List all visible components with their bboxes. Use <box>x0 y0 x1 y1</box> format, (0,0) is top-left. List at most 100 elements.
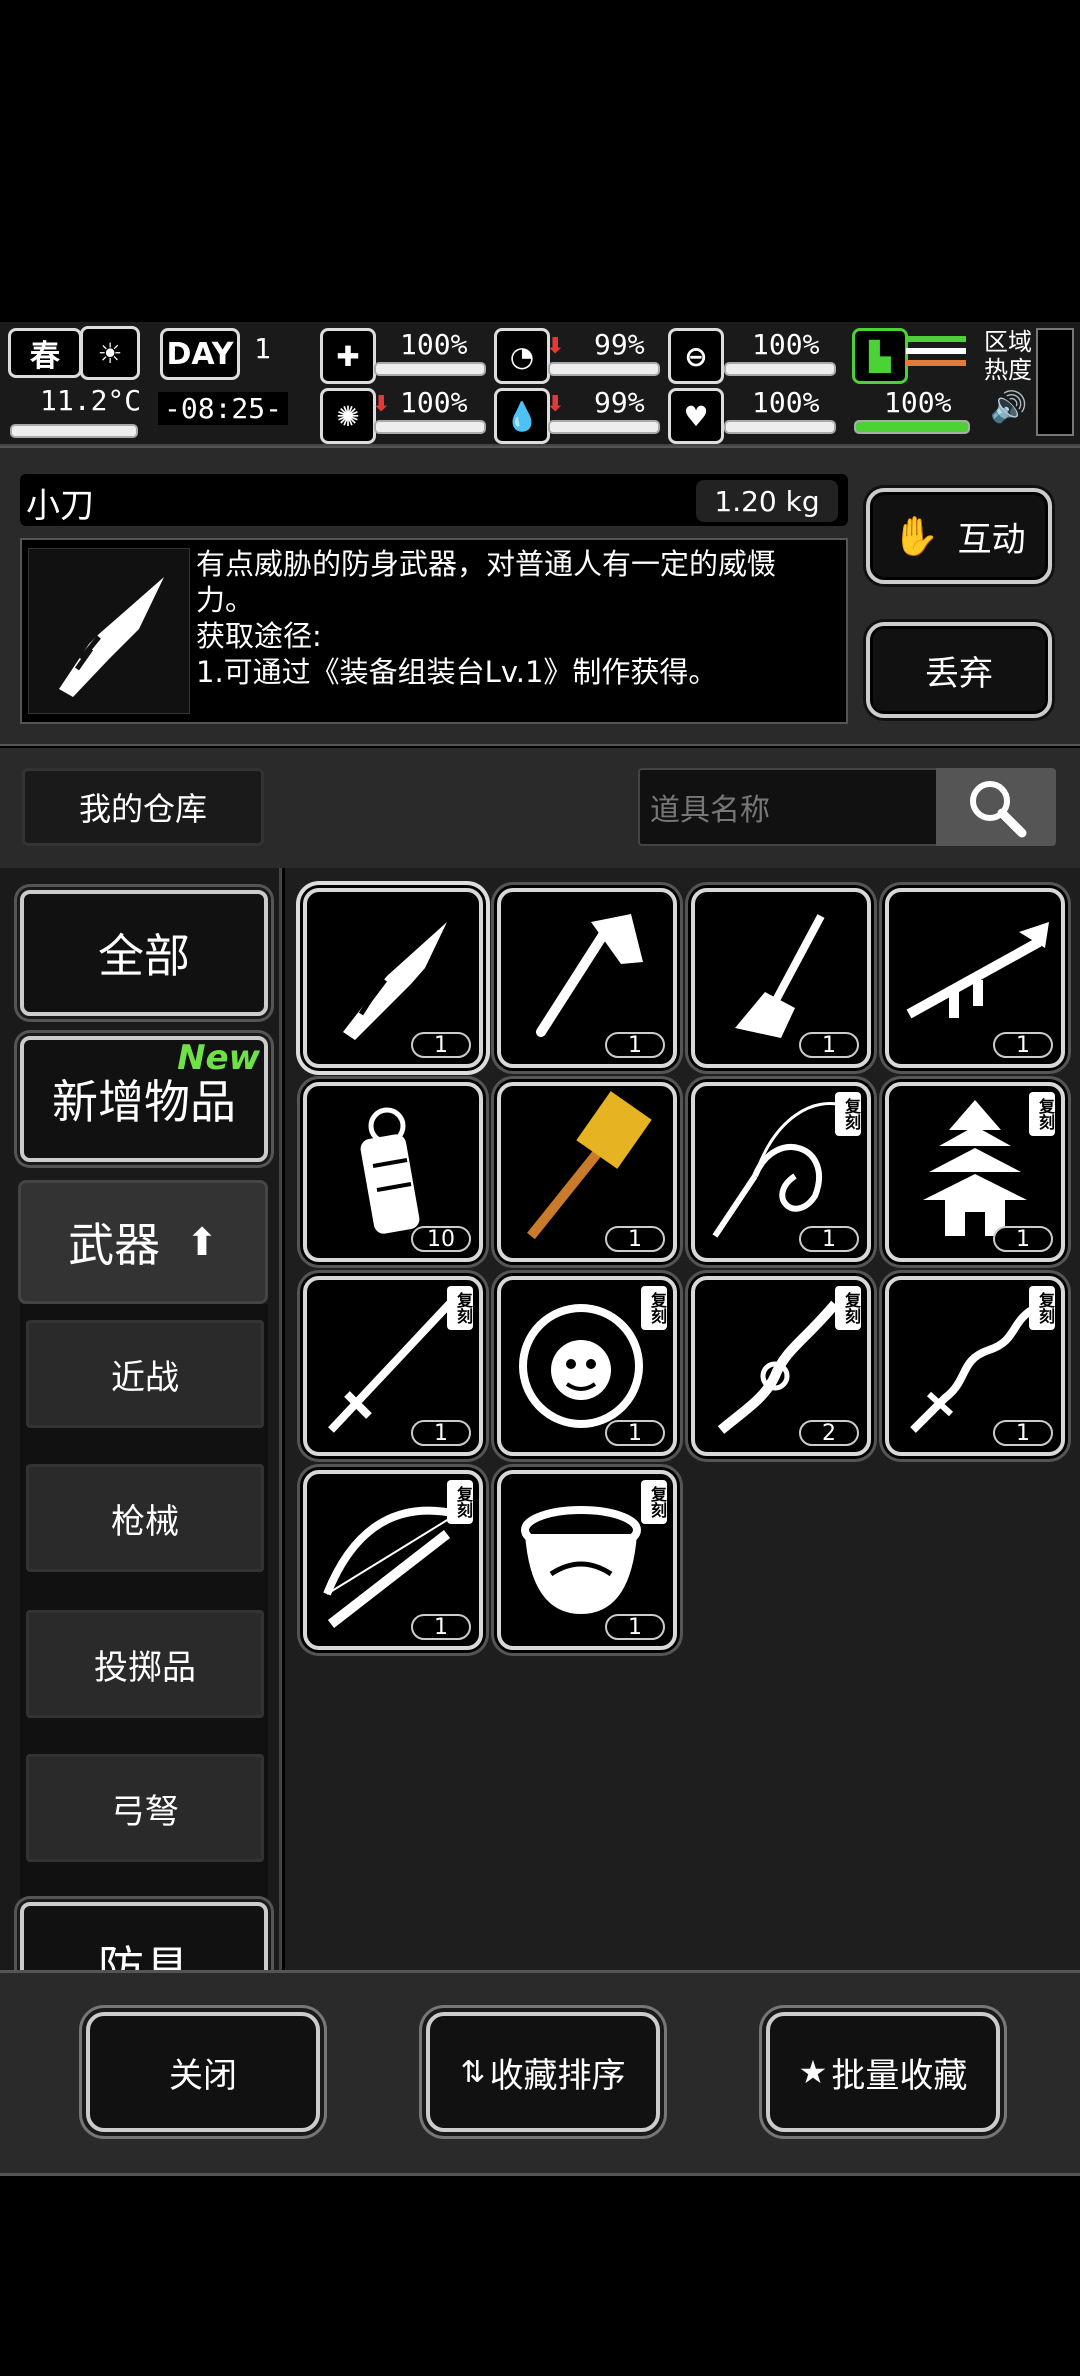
replica-badge: 复刻 <box>1029 1286 1055 1330</box>
sort-favorites-button[interactable]: ⇅ 收藏排序 <box>426 2012 660 2132</box>
batch-favorite-button[interactable]: ★ 批量收藏 <box>766 2012 1000 2132</box>
item-slot-shovel[interactable]: 1 <box>691 888 871 1068</box>
item-slot-sword[interactable]: 复刻 1 <box>303 1276 483 1456</box>
batch-favorite-label: 批量收藏 <box>831 2055 968 2096</box>
mood-bar <box>724 420 836 434</box>
new-badge: New <box>177 1038 260 1078</box>
replica-badge: 复刻 <box>447 1286 473 1330</box>
hunger-bar <box>548 362 660 376</box>
sort-favorites-label: 收藏排序 <box>489 2055 626 2096</box>
item-grid: 1 1 1 1 10 1 复刻 1 复刻 1 复刻 1 复刻 1 复刻 2 复刻… <box>285 868 1080 1970</box>
item-count: 1 <box>605 1420 665 1446</box>
item-count: 1 <box>993 1032 1053 1058</box>
speaker-icon[interactable]: 🔊 <box>990 390 1027 425</box>
infection-bar <box>374 420 486 434</box>
weapons-subcategory-panel: 近战 枪械 投掷品 弓弩 <box>20 1304 268 1970</box>
star-icon: ★ <box>798 2053 828 2091</box>
collapse-arrow-icon: ⬆ <box>186 1220 218 1264</box>
item-slot-crossbow[interactable]: 复刻 1 <box>303 1470 483 1650</box>
item-slot-axe[interactable]: 1 <box>497 888 677 1068</box>
my-warehouse-button[interactable]: 我的仓库 <box>22 768 264 846</box>
category-new-items[interactable]: 新增物品 New <box>20 1036 268 1162</box>
brain-icon: ✺ <box>320 388 376 444</box>
stomach-icon: ◔ <box>494 328 550 384</box>
description-line-1: 有点威胁的防身武器，对普通人有一定的威慑 <box>196 547 777 581</box>
item-count: 1 <box>411 1614 471 1640</box>
energy-value: 100% <box>884 386 952 419</box>
subcategory-throwables[interactable]: 投掷品 <box>26 1610 264 1718</box>
item-count: 1 <box>799 1032 859 1058</box>
item-weight: 1.20 kg <box>696 480 838 522</box>
interact-button[interactable]: ✋ 互动 <box>866 488 1052 584</box>
category-armor[interactable]: 防具 <box>20 1902 268 1970</box>
item-count: 1 <box>605 1226 665 1252</box>
day-badge: DAY <box>160 328 240 380</box>
item-slot-whip[interactable]: 复刻 1 <box>691 1082 871 1262</box>
day-label: DAY <box>166 336 234 372</box>
item-slot-rocket-launcher[interactable]: 1 <box>885 888 1065 1068</box>
item-slot-serpent-sword[interactable]: 复刻 1 <box>885 1276 1065 1456</box>
discard-label: 丢弃 <box>925 653 993 694</box>
search-button[interactable] <box>936 768 1056 846</box>
hunger-down-icon: ⬇ <box>546 334 565 359</box>
item-count: 1 <box>605 1614 665 1640</box>
subcategory-throwables-label: 投掷品 <box>94 1647 196 1688</box>
thirst-bar <box>548 420 660 434</box>
search-input[interactable]: 道具名称 <box>638 768 938 846</box>
subcategory-bows-label: 弓弩 <box>111 1791 179 1832</box>
clock-time: -08:25- <box>158 392 289 425</box>
replica-badge: 复刻 <box>835 1092 861 1136</box>
season-badge: 春 <box>8 328 82 378</box>
item-slot-pagoda[interactable]: 复刻 1 <box>885 1082 1065 1262</box>
stamina-bar <box>724 362 836 376</box>
item-slot-golden-hammer[interactable]: 1 <box>497 1082 677 1262</box>
interact-label: 互动 <box>957 519 1026 560</box>
item-slot-dragon-blade[interactable]: 复刻 2 <box>691 1276 871 1456</box>
subcategory-firearms-label: 枪械 <box>111 1501 179 1542</box>
heat-meter <box>1036 328 1074 436</box>
source-line: 1.可通过《装备组装台Lv.1》制作获得。 <box>196 655 718 689</box>
temperature-value: 11.2°C <box>40 384 142 417</box>
boot-icon: ▙ <box>852 328 908 384</box>
item-slot-medusa-shield[interactable]: 复刻 1 <box>497 1276 677 1456</box>
close-label: 关闭 <box>169 2055 237 2096</box>
category-all[interactable]: 全部 <box>20 890 268 1016</box>
item-count: 10 <box>411 1226 471 1252</box>
mood-value: 100% <box>752 386 820 419</box>
replica-badge: 复刻 <box>447 1480 473 1524</box>
item-slot-knife[interactable]: 1 <box>303 888 483 1068</box>
item-count: 1 <box>993 1226 1053 1252</box>
region-heat-label: 区域 热度 <box>984 328 1032 384</box>
item-count: 2 <box>799 1420 859 1446</box>
item-count: 1 <box>993 1420 1053 1446</box>
subcategory-firearms[interactable]: 枪械 <box>26 1464 264 1572</box>
item-count: 1 <box>411 1420 471 1446</box>
category-weapons-label: 武器 <box>68 1218 161 1272</box>
item-name: 小刀 <box>26 486 94 526</box>
energy-line-3 <box>906 360 966 366</box>
item-slot-grenade[interactable]: 10 <box>303 1082 483 1262</box>
replica-badge: 复刻 <box>641 1286 667 1330</box>
source-label: 获取途径: <box>196 619 322 653</box>
item-count: 1 <box>799 1226 859 1252</box>
heart-icon: ♥ <box>668 388 724 444</box>
category-weapons[interactable]: 武器 ⬆ <box>18 1180 268 1304</box>
replica-badge: 复刻 <box>835 1286 861 1330</box>
thirst-down-icon: ⬇ <box>546 392 565 417</box>
sun-icon: ☀ <box>80 326 140 380</box>
category-armor-label: 防具 <box>98 1941 190 1970</box>
status-bar: 春 ☀ 11.2°C DAY 1 -08:25- ✚ 100% ◔ ⬇ 99% … <box>0 322 1080 446</box>
item-slot-bowl[interactable]: 复刻 1 <box>497 1470 677 1650</box>
close-button[interactable]: 关闭 <box>86 2012 320 2132</box>
item-count: 1 <box>605 1032 665 1058</box>
replica-badge: 复刻 <box>1029 1092 1055 1136</box>
subcategory-bows[interactable]: 弓弩 <box>26 1754 264 1862</box>
sort-arrows-icon: ⇅ <box>460 2054 486 2090</box>
subcategory-melee[interactable]: 近战 <box>26 1320 264 1428</box>
discard-button[interactable]: 丢弃 <box>866 622 1052 718</box>
capsule-icon: ⊖ <box>668 328 724 384</box>
category-sidebar: 全部 新增物品 New 武器 ⬆ 近战 枪械 投掷品 弓弩 防具 <box>0 868 282 1970</box>
season-label: 春 <box>30 339 60 374</box>
item-thumbnail <box>28 548 190 714</box>
water-drop-icon: 💧 <box>494 388 550 444</box>
